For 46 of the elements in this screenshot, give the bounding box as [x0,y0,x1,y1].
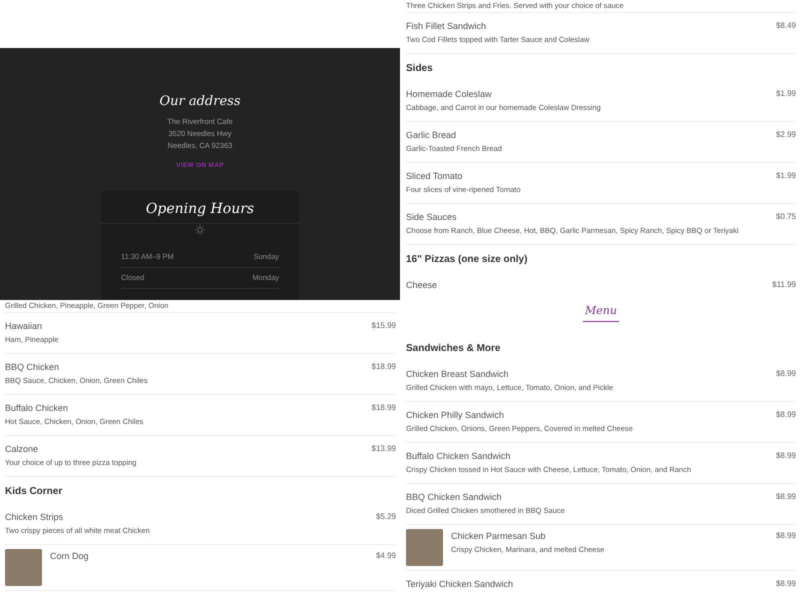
item-price: $11.99 [772,279,796,291]
item-name: Chicken Breast Sandwich [406,368,510,381]
section-heading: Kids Corner [5,486,62,497]
item-name: Garlic Bread [406,129,458,142]
item-price: $0.75 [776,211,796,223]
item-price: $2.99 [776,129,796,141]
item-name: Chicken Parmesan Sub [451,530,547,543]
item-name: Chicken Philly Sandwich [406,409,506,422]
item-name: Side Sauces [406,211,458,224]
item-price: $8.99 [776,578,796,590]
item-name: BBQ Chicken Sandwich [406,491,503,504]
item-name: Calzone [5,443,40,456]
item-price: $8.49 [776,20,796,32]
item-price: $18.99 [372,361,396,373]
item-name: Fish Fillet Sandwich [406,20,488,33]
item-name: Chicken Strips [5,511,64,524]
item-price: $15.99 [372,320,396,332]
item-name: Buffalo Chicken Sandwich [406,450,512,463]
section-heading: 16" Pizzas (one size only) [406,254,528,265]
section-heading: Sides [406,63,433,74]
item-name: Homemade Coleslaw [406,88,493,101]
item-price: $1.99 [776,88,796,100]
item-price: $8.99 [776,368,796,380]
item-price: $4.99 [376,550,396,562]
item-price: $8.99 [776,491,796,503]
sun-icon [195,225,205,235]
section-heading: Sandwiches & More [406,343,500,354]
item-price: $8.99 [776,530,796,542]
item-price: $1.99 [776,170,796,182]
item-name: Cheese [406,279,438,292]
menu-title: Menu [583,303,619,322]
item-name: Teriyaki Chicken Sandwich [406,578,514,591]
item-name: Sliced Tomato [406,170,464,183]
item-name: BBQ Chicken [5,361,60,374]
item-price: $13.99 [372,443,396,455]
hours-title: Opening Hours [146,200,254,219]
photo-placeholder [406,529,443,566]
item-name: Buffalo Chicken [5,402,69,415]
item-name: Corn Dog [50,550,90,563]
item-price: $5.29 [376,511,396,523]
item-price: $8.99 [776,409,796,421]
item-price: $18.99 [372,402,396,414]
item-name: Hawaiian [5,320,44,333]
item-price: $8.99 [776,450,796,462]
address-title: Our address [159,93,241,111]
photo-placeholder [5,549,42,586]
